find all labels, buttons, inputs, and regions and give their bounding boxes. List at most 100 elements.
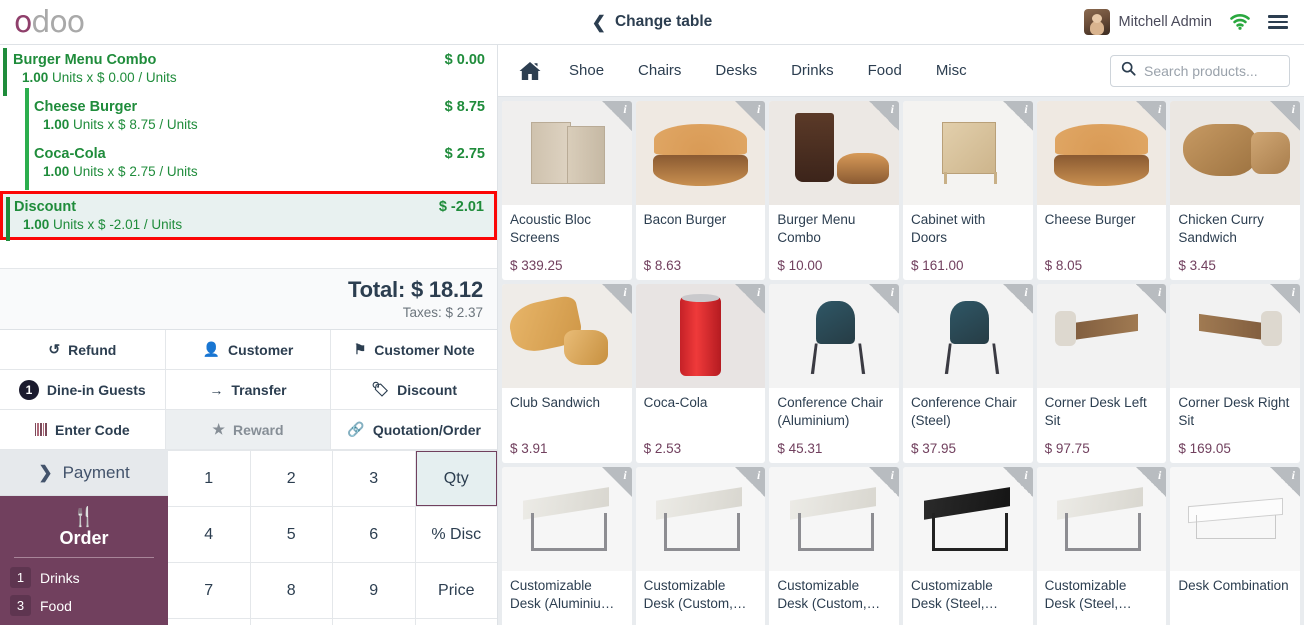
action-dine-in-guests[interactable]: 1 Dine-in Guests [0,370,166,410]
product-info-icon[interactable]: i [869,467,899,497]
numpad-key-blank[interactable] [333,619,415,625]
numpad-key-disc[interactable]: % Disc [415,507,497,562]
product-info-icon[interactable]: i [1270,467,1300,497]
user-menu[interactable]: Mitchell Admin [1083,9,1212,35]
product-card[interactable]: i Club Sandwich $ 3.91 [502,284,632,463]
product-info-icon[interactable]: i [869,101,899,131]
product-card[interactable]: i Coca-Cola $ 2.53 [635,284,766,463]
product-info-icon[interactable]: i [601,467,632,497]
logo-first-letter: o [14,4,32,40]
action-customer-note[interactable]: ⚑ Customer Note [331,330,497,370]
product-info-icon[interactable]: i [869,284,899,314]
action-customer[interactable]: 👤 Customer [165,330,332,370]
change-table-button[interactable]: ❮ Change table [547,13,757,31]
info-icon-glyph: i [1291,285,1295,299]
product-thumbnail: i [1036,284,1167,388]
product-card[interactable]: iDesk Combination$ 517.50 [1170,467,1300,625]
product-card[interactable]: i Conference Chair (Aluminium) $ 45.31 [769,284,899,463]
numpad-key-price[interactable]: Price [415,563,497,618]
action-label: Enter Code [54,421,130,438]
link-icon: 🔗 [347,421,365,437]
product-info-icon[interactable]: i [1002,467,1033,497]
product-card[interactable]: i Burger Menu Combo $ 10.00 [769,101,899,280]
order-line[interactable]: Cheese Burger $ 8.75 1.00 Units x $ 8.75 /… [0,88,497,143]
product-card[interactable]: i Acoustic Bloc Screens $ 339.25 [502,101,632,280]
product-thumbnail: i [903,284,1033,388]
numpad-key-7[interactable]: 7 [168,563,250,618]
action-reward[interactable]: ★ Reward [165,410,332,450]
order-line[interactable]: Coca-Cola $ 2.75 1.00 Units x $ 2.75 / Uni… [0,135,497,190]
numpad-key-2[interactable]: 2 [250,451,332,506]
order-lines-list[interactable]: Burger Menu Combo $ 0.00 1.00 Units x $ 0.… [0,45,497,269]
category-tab-misc[interactable]: Misc [919,56,984,85]
action-refund[interactable]: ↺ Refund [0,330,166,370]
category-tab-drinks[interactable]: Drinks [774,56,851,85]
product-price: $ 2.53 [643,441,682,456]
numpad-key-5[interactable]: 5 [250,507,332,562]
info-icon-glyph: i [1157,102,1162,116]
action-discount[interactable]: 🏷 Discount [331,370,497,410]
product-info-icon[interactable]: i [1002,284,1033,314]
order-line[interactable]: Discount $ -2.01 1.00 Units x $ -2.01 / Un… [0,191,497,241]
product-card[interactable]: i Bacon Burger $ 8.63 [635,101,766,280]
info-icon-glyph: i [756,102,761,116]
action-enter-code[interactable]: Enter Code [0,410,166,450]
payment-column: ❯ Payment 🍴 Order 1 Drinks 3 Food [0,450,168,625]
order-line-head: Burger Menu Combo $ 0.00 [13,52,485,68]
info-icon-glyph: i [1024,102,1028,116]
product-card[interactable]: i Cheese Burger $ 8.05 [1036,101,1167,280]
product-info-icon[interactable]: i [1136,284,1167,314]
hamburger-menu-icon[interactable] [1268,15,1288,29]
home-icon[interactable] [512,60,548,82]
product-card[interactable]: iCustomizable Desk (Steel,…$ 862.50 [903,467,1033,625]
category-tab-chairs[interactable]: Chairs [621,56,698,85]
info-icon-glyph: i [890,285,894,299]
product-info-icon[interactable]: i [601,101,632,131]
product-info-icon[interactable]: i [735,284,766,314]
numpad-key-6[interactable]: 6 [333,507,415,562]
search-box[interactable] [1110,54,1290,87]
order-action-buttons: ↺ Refund 👤 Customer ⚑ Customer Note 1 Dine-in G… [0,330,497,450]
numpad-key-blank[interactable] [168,619,250,625]
product-info-icon[interactable]: i [1136,467,1167,497]
numpad-key-3[interactable]: 3 [333,451,415,506]
product-card[interactable]: i Conference Chair (Steel) $ 37.95 [903,284,1033,463]
product-card[interactable]: iCustomizable Desk (Custom,…$ 862.50 [769,467,899,625]
search-icon [1121,61,1136,81]
logo-rest: doo [31,4,85,40]
product-info-icon[interactable]: i [735,467,766,497]
payment-button[interactable]: ❯ Payment [0,450,168,496]
customer-icon: 👤 [202,341,221,357]
main-body: Burger Menu Combo $ 0.00 1.00 Units x $ 0.… [0,45,1304,625]
product-info-icon[interactable]: i [1136,101,1167,131]
product-info-icon[interactable]: i [1002,101,1033,131]
product-card[interactable]: i Corner Desk Left Sit $ 97.75 [1036,284,1167,463]
product-card[interactable]: i Chicken Curry Sandwich $ 3.45 [1170,101,1300,280]
product-card[interactable]: iCustomizable Desk (Custom,…$ 862.50 [635,467,766,625]
numpad-key-1[interactable]: 1 [168,451,250,506]
numpad-key-8[interactable]: 8 [250,563,332,618]
product-card[interactable]: i Corner Desk Right Sit $ 169.05 [1170,284,1300,463]
order-line[interactable]: Burger Menu Combo $ 0.00 1.00 Units x $ 0.… [0,45,497,96]
product-info-icon[interactable]: i [1270,284,1300,314]
category-tab-shoe[interactable]: Shoe [552,56,621,85]
action-quotation-order[interactable]: 🔗 Quotation/Order [331,410,497,450]
product-card[interactable]: iCustomizable Desk (Aluminiu…$ 920.46 [502,467,632,625]
product-info-icon[interactable]: i [735,101,766,131]
order-taxes: Taxes: $ 2.37 [402,305,483,320]
odoo-logo[interactable]: o doo [14,4,85,40]
search-input[interactable] [1144,62,1279,79]
product-info-icon[interactable]: i [601,284,632,314]
product-card[interactable]: i Cabinet with Doors $ 161.00 [903,101,1033,280]
action-transfer[interactable]: → Transfer [165,370,332,410]
numpad-key-blank[interactable] [415,619,497,625]
numpad-key-qty[interactable]: Qty [415,451,497,506]
wifi-icon[interactable] [1230,14,1250,30]
numpad-key-blank[interactable] [250,619,332,625]
category-tab-desks[interactable]: Desks [698,56,774,85]
product-card[interactable]: iCustomizable Desk (Steel,…$ 862.50 [1036,467,1167,625]
numpad-key-4[interactable]: 4 [168,507,250,562]
product-info-icon[interactable]: i [1270,101,1300,131]
category-tab-food[interactable]: Food [851,56,919,85]
numpad-key-9[interactable]: 9 [333,563,415,618]
